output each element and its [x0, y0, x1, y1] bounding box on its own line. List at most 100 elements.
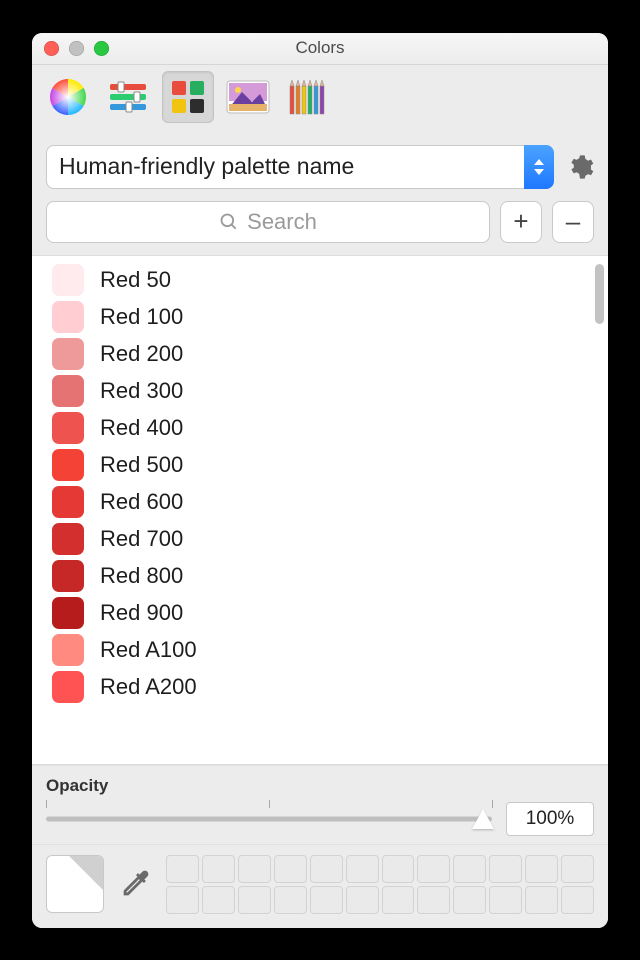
color-row[interactable]: Red A100: [32, 632, 608, 669]
color-row[interactable]: Red 800: [32, 558, 608, 595]
color-swatch: [52, 671, 84, 703]
swatch-well[interactable]: [561, 886, 594, 914]
color-name: Red 500: [100, 452, 183, 478]
color-name: Red 100: [100, 304, 183, 330]
swatch-well[interactable]: [202, 855, 235, 883]
swatch-well[interactable]: [489, 855, 522, 883]
color-swatch: [52, 412, 84, 444]
chevron-down-icon: [534, 169, 544, 175]
swatch-well[interactable]: [274, 855, 307, 883]
swatch-well[interactable]: [166, 855, 199, 883]
mode-sliders[interactable]: [102, 71, 154, 123]
swatch-well[interactable]: [274, 886, 307, 914]
color-swatch: [52, 634, 84, 666]
eyedropper-icon[interactable]: [118, 867, 152, 901]
sliders-icon: [108, 80, 148, 114]
swatch-well[interactable]: [525, 855, 558, 883]
color-row[interactable]: Red 200: [32, 336, 608, 373]
swatch-well[interactable]: [346, 855, 379, 883]
window-title: Colors: [32, 38, 608, 58]
search-input[interactable]: Search: [46, 201, 490, 243]
mode-palettes[interactable]: [162, 71, 214, 123]
swatch-well[interactable]: [382, 855, 415, 883]
palette-controls: Human-friendly palette name: [32, 131, 608, 197]
slider-ticks: [46, 800, 492, 808]
swatch-wells: [166, 855, 594, 914]
palette-dropdown[interactable]: Human-friendly palette name: [46, 145, 554, 189]
gear-icon[interactable]: [566, 153, 594, 181]
zoom-button[interactable]: [94, 41, 109, 56]
color-swatch: [52, 301, 84, 333]
color-name: Red 200: [100, 341, 183, 367]
pencils-icon: [288, 78, 328, 116]
palettes-icon: [168, 77, 208, 117]
window-controls: [44, 41, 109, 56]
swatch-footer: [32, 844, 608, 928]
colors-window: Colors: [32, 33, 608, 928]
color-name: Red 900: [100, 600, 183, 626]
opacity-label: Opacity: [46, 776, 594, 796]
mode-image[interactable]: [222, 71, 274, 123]
opacity-value[interactable]: 100%: [506, 802, 594, 836]
color-name: Red 50: [100, 267, 171, 293]
color-row[interactable]: Red 100: [32, 299, 608, 336]
color-name: Red 800: [100, 563, 183, 589]
search-row: Search + –: [32, 197, 608, 255]
swatch-well[interactable]: [310, 855, 343, 883]
color-list: Red 50 Red 100 Red 200 Red 300 Red 400 Red 50…: [32, 255, 608, 765]
current-color-well[interactable]: [46, 855, 104, 913]
swatch-well[interactable]: [489, 886, 522, 914]
color-row[interactable]: Red 300: [32, 373, 608, 410]
palette-dropdown-value: Human-friendly palette name: [59, 153, 354, 180]
color-wheel-icon: [49, 78, 87, 116]
color-row[interactable]: Red A200: [32, 669, 608, 706]
color-name: Red 400: [100, 415, 183, 441]
color-swatch: [52, 560, 84, 592]
chevron-up-icon: [534, 159, 544, 165]
swatch-well[interactable]: [166, 886, 199, 914]
swatch-well[interactable]: [453, 855, 486, 883]
swatch-well[interactable]: [238, 855, 271, 883]
swatch-well[interactable]: [453, 886, 486, 914]
swatch-well[interactable]: [525, 886, 558, 914]
add-color-button[interactable]: +: [500, 201, 542, 243]
remove-color-button[interactable]: –: [552, 201, 594, 243]
color-name: Red 300: [100, 378, 183, 404]
image-icon: [226, 80, 270, 114]
color-name: Red A100: [100, 637, 197, 663]
mode-pencils[interactable]: [282, 71, 334, 123]
swatch-well[interactable]: [310, 886, 343, 914]
color-swatch: [52, 338, 84, 370]
search-icon: [219, 212, 239, 232]
color-row[interactable]: Red 500: [32, 447, 608, 484]
swatch-well[interactable]: [382, 886, 415, 914]
color-row[interactable]: Red 900: [32, 595, 608, 632]
titlebar: Colors: [32, 33, 608, 65]
color-row[interactable]: Red 700: [32, 521, 608, 558]
mode-color-wheel[interactable]: [42, 71, 94, 123]
swatch-well[interactable]: [202, 886, 235, 914]
opacity-slider[interactable]: [46, 808, 492, 830]
color-swatch: [52, 375, 84, 407]
color-swatch: [52, 486, 84, 518]
swatch-well[interactable]: [417, 855, 450, 883]
color-name: Red 700: [100, 526, 183, 552]
swatch-well[interactable]: [346, 886, 379, 914]
opacity-section: Opacity 100%: [32, 765, 608, 844]
slider-track: [46, 816, 492, 821]
color-row[interactable]: Red 400: [32, 410, 608, 447]
swatch-well[interactable]: [561, 855, 594, 883]
close-button[interactable]: [44, 41, 59, 56]
dropdown-stepper[interactable]: [524, 145, 554, 189]
minimize-button[interactable]: [69, 41, 84, 56]
swatch-well[interactable]: [238, 886, 271, 914]
color-row[interactable]: Red 50: [32, 262, 608, 299]
color-name: Red 600: [100, 489, 183, 515]
color-swatch: [52, 597, 84, 629]
scrollbar-thumb[interactable]: [595, 264, 604, 324]
slider-knob[interactable]: [472, 809, 494, 829]
picker-mode-toolbar: [32, 65, 608, 131]
color-name: Red A200: [100, 674, 197, 700]
swatch-well[interactable]: [417, 886, 450, 914]
color-row[interactable]: Red 600: [32, 484, 608, 521]
